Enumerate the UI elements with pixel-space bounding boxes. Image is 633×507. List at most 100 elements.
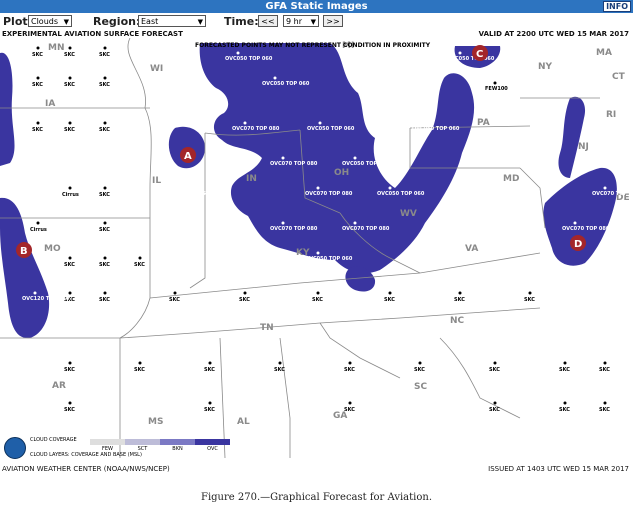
svg-text:A: A bbox=[184, 151, 192, 162]
time-select-value: 9 hr bbox=[286, 17, 302, 26]
svg-text:SKC: SKC bbox=[99, 82, 110, 88]
svg-text:SKC: SKC bbox=[32, 127, 43, 133]
legend-label: OVC bbox=[207, 446, 218, 452]
noaa-logo-icon bbox=[4, 437, 26, 459]
svg-text:SKC: SKC bbox=[99, 52, 110, 58]
svg-text:SKC: SKC bbox=[204, 367, 215, 373]
svg-text:Cirrus: Cirrus bbox=[62, 192, 79, 198]
state-label: MN bbox=[48, 43, 65, 53]
info-button[interactable]: INFO bbox=[603, 1, 631, 12]
svg-text:OVC070 TOP 080: OVC070 TOP 080 bbox=[562, 226, 610, 232]
marker-a: A bbox=[180, 147, 196, 163]
svg-text:OVC070 TOP 080: OVC070 TOP 080 bbox=[232, 126, 280, 132]
svg-text:SKC: SKC bbox=[454, 297, 465, 303]
state-label: MO bbox=[44, 244, 61, 254]
svg-text:FEW100: FEW100 bbox=[485, 86, 508, 92]
svg-text:SKC: SKC bbox=[274, 367, 285, 373]
state-label: MD bbox=[503, 174, 519, 184]
svg-text:SKC: SKC bbox=[599, 407, 610, 413]
state-label: SC bbox=[414, 382, 427, 392]
svg-text:OVC050 TOP 060: OVC050 TOP 060 bbox=[262, 81, 310, 87]
region-label: Region: bbox=[93, 15, 141, 28]
state-label: AR bbox=[52, 381, 66, 391]
forecast-title: EXPERIMENTAL AVIATION SURFACE FORECAST bbox=[2, 30, 183, 38]
svg-text:SKC: SKC bbox=[204, 407, 215, 413]
chevron-down-icon: ▼ bbox=[310, 18, 316, 26]
state-label: MS bbox=[148, 417, 163, 427]
svg-text:OVC050 TOP 060: OVC050 TOP 060 bbox=[305, 256, 353, 262]
legend-bkn-swatch bbox=[160, 439, 195, 445]
figure-caption: Figure 270.—Graphical Forecast for Aviat… bbox=[201, 492, 432, 503]
time-prev-button[interactable]: << bbox=[258, 15, 278, 27]
svg-text:SKC: SKC bbox=[64, 367, 75, 373]
svg-text:OVC120 TOP 130: OVC120 TOP 130 bbox=[22, 296, 70, 302]
state-label: VA bbox=[465, 244, 478, 254]
state-label: PA bbox=[477, 118, 490, 128]
marker-d: D bbox=[570, 235, 586, 251]
svg-text:B: B bbox=[20, 246, 28, 257]
svg-text:OVC055 TOP 055: OVC055 TOP 055 bbox=[162, 191, 210, 197]
svg-text:SKC: SKC bbox=[489, 407, 500, 413]
svg-text:SKC: SKC bbox=[559, 367, 570, 373]
svg-text:OVC070 TOP 080: OVC070 TOP 080 bbox=[270, 161, 318, 167]
state-label: MA bbox=[596, 48, 612, 58]
svg-text:SKC: SKC bbox=[99, 127, 110, 133]
svg-text:OVC050 TOP 060: OVC050 TOP 060 bbox=[342, 161, 390, 167]
svg-text:SKC: SKC bbox=[99, 262, 110, 268]
legend-label: BKN bbox=[172, 446, 183, 452]
svg-text:Cirrus: Cirrus bbox=[30, 227, 47, 233]
svg-text:SKC: SKC bbox=[169, 297, 180, 303]
svg-text:SKC: SKC bbox=[599, 367, 610, 373]
svg-text:SKC: SKC bbox=[134, 262, 145, 268]
svg-text:OVC050 TOP 060: OVC050 TOP 060 bbox=[377, 191, 425, 197]
legend-layers-label: CLOUD LAYERS: COVERAGE AND BASE (MSL) bbox=[30, 452, 142, 458]
state-label: IA bbox=[45, 99, 55, 109]
app-title: GFA Static Images bbox=[265, 1, 368, 12]
state-label: WI bbox=[150, 64, 163, 74]
svg-text:SKC: SKC bbox=[559, 407, 570, 413]
svg-text:SKC: SKC bbox=[344, 407, 355, 413]
svg-text:OVC070 TOP 080: OVC070 TOP 080 bbox=[305, 191, 353, 197]
state-label: OH bbox=[334, 168, 349, 178]
svg-text:SKC: SKC bbox=[312, 297, 323, 303]
svg-text:SKC: SKC bbox=[134, 367, 145, 373]
svg-text:OVC050 TOP 060: OVC050 TOP 060 bbox=[225, 56, 273, 62]
chevron-down-icon: ▼ bbox=[63, 18, 69, 26]
title-bar: GFA Static Images INFO bbox=[0, 0, 633, 13]
legend-bar bbox=[90, 439, 230, 445]
svg-text:OVC070 TOP 080: OVC070 TOP 080 bbox=[592, 191, 633, 197]
svg-text:SKC: SKC bbox=[414, 367, 425, 373]
svg-text:D: D bbox=[574, 239, 582, 250]
svg-text:SKC: SKC bbox=[99, 227, 110, 233]
svg-text:SKC: SKC bbox=[489, 367, 500, 373]
plot-select[interactable]: Clouds ▼ bbox=[28, 15, 72, 27]
svg-text:SKC: SKC bbox=[384, 297, 395, 303]
time-label: Time: bbox=[224, 15, 259, 28]
time-next-button[interactable]: >> bbox=[323, 15, 343, 27]
legend-sct-swatch bbox=[125, 439, 160, 445]
legend-few-swatch bbox=[90, 439, 125, 445]
state-label: IN bbox=[246, 174, 257, 184]
svg-text:SKC: SKC bbox=[99, 192, 110, 198]
svg-text:OVC070 TOP 080: OVC070 TOP 080 bbox=[342, 226, 390, 232]
svg-text:OVC050 TOP 060: OVC050 TOP 060 bbox=[447, 56, 495, 62]
legend: CLOUD COVERAGE FEW SCT BKN OVC CLOUD LAY… bbox=[30, 437, 240, 459]
svg-text:SKC: SKC bbox=[344, 367, 355, 373]
state-label: NY bbox=[538, 62, 553, 72]
state-label: RI bbox=[606, 110, 616, 120]
forecast-map[interactable]: MN WI IA IL IN OH MI NY PA MA CT RI NJ M… bbox=[0, 38, 633, 458]
region-select-value: East bbox=[141, 17, 159, 26]
svg-text:SKC: SKC bbox=[32, 52, 43, 58]
svg-text:SKC: SKC bbox=[239, 297, 250, 303]
marker-c: C bbox=[472, 45, 488, 61]
svg-text:SKC: SKC bbox=[64, 262, 75, 268]
svg-text:SKC: SKC bbox=[32, 82, 43, 88]
controls-bar: Plot: Clouds ▼ Region: East ▼ Time: << 9… bbox=[0, 13, 633, 30]
valid-time: VALID AT 2200 UTC WED 15 MAR 2017 bbox=[478, 30, 629, 38]
time-select[interactable]: 9 hr ▼ bbox=[283, 15, 319, 27]
plot-select-value: Clouds bbox=[31, 17, 59, 26]
state-label: IL bbox=[152, 176, 161, 186]
footer-left: AVIATION WEATHER CENTER (NOAA/NWS/NCEP) bbox=[2, 465, 170, 473]
region-select[interactable]: East ▼ bbox=[138, 15, 206, 27]
state-label: CT bbox=[612, 72, 626, 82]
